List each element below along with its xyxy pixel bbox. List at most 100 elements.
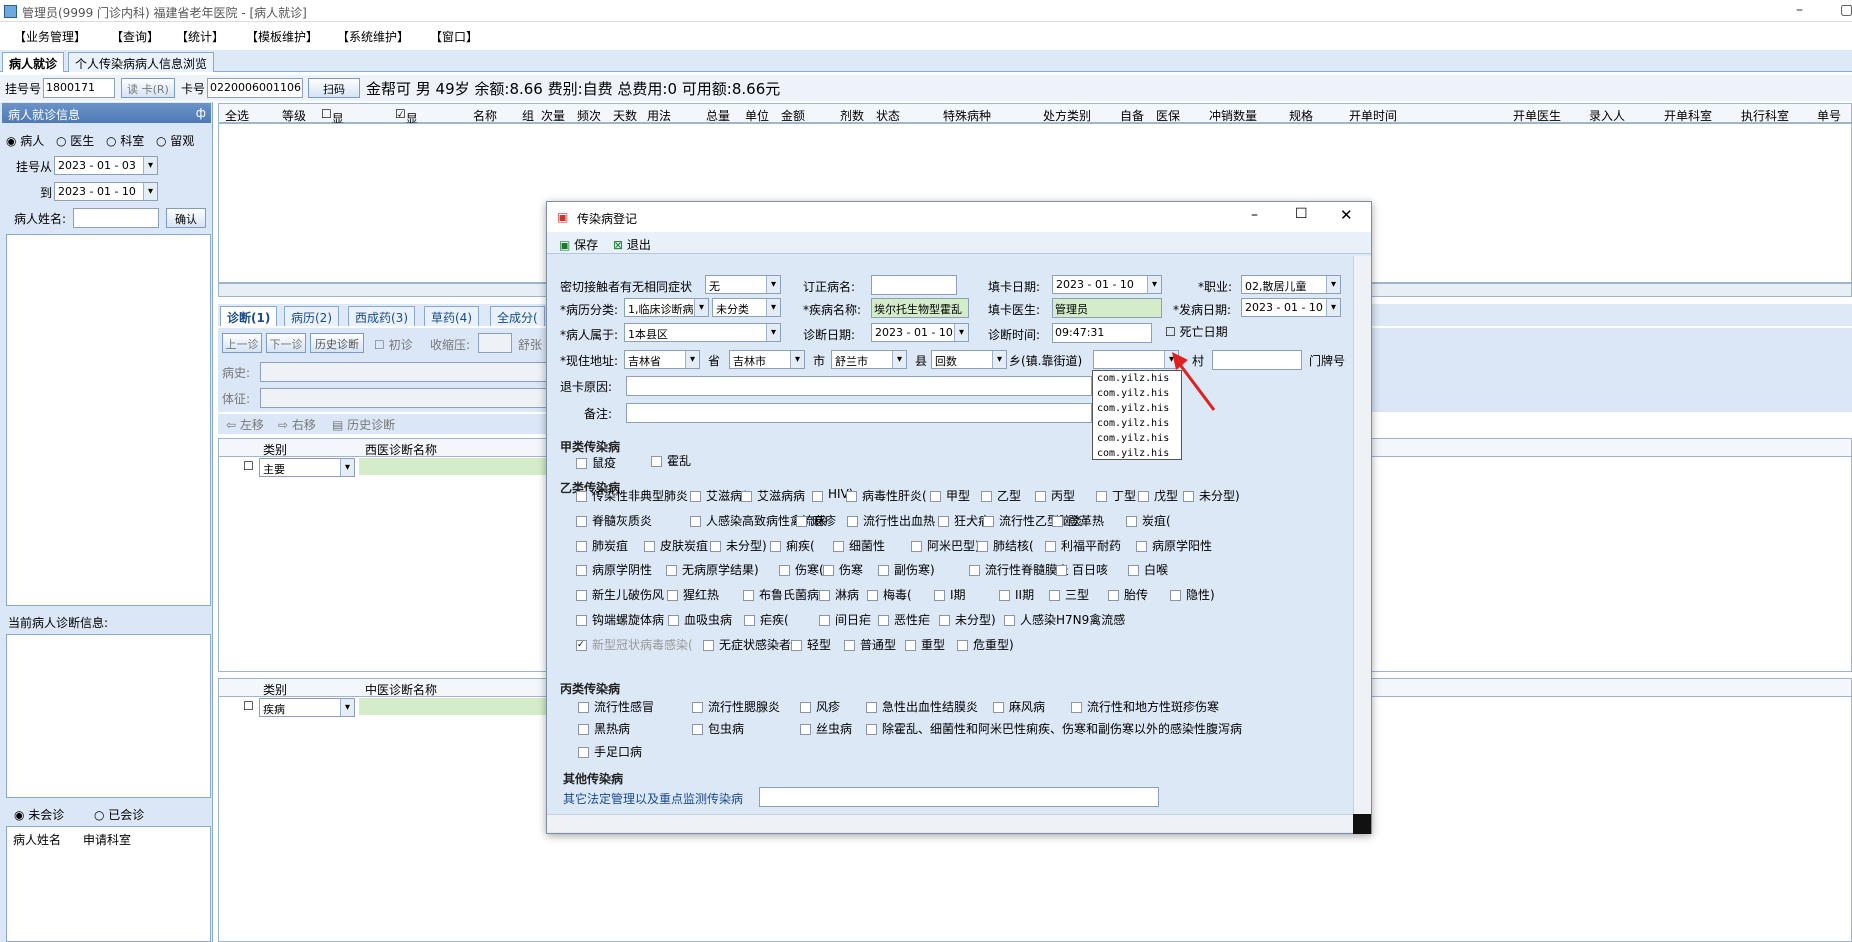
chk-show-extra[interactable]: ☑显示附加 [395,107,418,177]
menu-system[interactable]: 【系统维护】 [337,28,409,45]
dialog-minimize-icon[interactable]: – [1251,207,1258,223]
chk-class-b-item[interactable] [819,590,830,601]
patient-name-input[interactable] [73,208,159,228]
chk-class-b-item[interactable] [770,541,781,552]
county-select[interactable]: 舒兰市 [831,350,907,369]
chk-class-b-item[interactable] [1052,516,1063,527]
systolic-input[interactable] [478,333,512,353]
other-input[interactable] [759,787,1159,807]
dropdown-option[interactable]: com.yilz.his [1093,416,1181,431]
close-contact-select[interactable]: 无 [705,275,781,294]
chk-class-c-item[interactable] [1071,702,1082,713]
chk-class-c-item[interactable] [692,702,703,713]
tab-patient-visit[interactable]: 病人就诊 [2,52,65,72]
signs-input[interactable] [260,388,560,408]
dialog-maximize-icon[interactable]: ☐ [1295,206,1308,222]
dialog-close-icon[interactable]: ✕ [1340,206,1353,224]
menu-business[interactable]: 【业务管理】 [14,28,86,45]
province-select[interactable]: 吉林省 [624,350,700,369]
dialog-vscroll[interactable] [1353,256,1371,814]
chk-class-b-item[interactable] [703,640,714,651]
chk-class-b-item[interactable] [938,516,949,527]
from-date-picker[interactable]: 2023 - 01 - 03 [54,156,158,175]
chk-class-b-item[interactable] [934,590,945,601]
menu-stats[interactable]: 【统计】 [176,28,224,45]
chk-class-b-item[interactable] [905,640,916,651]
chk-class-c-item[interactable] [800,702,811,713]
tab-record[interactable]: 病历(2) [284,306,339,326]
chk-plague[interactable] [576,458,587,469]
col-select-all[interactable]: 全选 [225,107,249,124]
chk-class-b-item[interactable] [846,491,857,502]
dialog-hscroll[interactable] [547,814,1353,832]
chk-class-b-item[interactable] [1108,590,1119,601]
menu-query[interactable]: 【查询】 [111,28,159,45]
chk-class-b-item[interactable] [1056,565,1067,576]
town-select[interactable]: 回数 [931,350,1007,369]
tab-diagnosis[interactable]: 诊断(1) [220,306,278,326]
radio-dept[interactable]: ○ 科室 [106,132,144,149]
tab-western[interactable]: 西成药(3) [348,306,415,326]
dropdown-option[interactable]: com.yilz.his [1093,386,1181,401]
prev-visit-button[interactable]: 上一诊 [222,333,262,353]
tab-all[interactable]: 全成分( [490,306,545,326]
chk-show-all[interactable]: ☐显示所有 [321,107,344,177]
chk-cholera[interactable] [651,456,662,467]
reg-no-input[interactable]: 1800171 [43,78,115,98]
chk-class-b-item[interactable] [1004,615,1015,626]
chk-class-b-item[interactable] [847,516,858,527]
chk-class-b-item[interactable] [576,541,587,552]
chk-class-b-item[interactable] [823,565,834,576]
village-input[interactable] [1212,350,1302,370]
history-input[interactable] [260,362,560,382]
row-check[interactable]: ☐ [243,459,254,473]
disease-input[interactable]: 埃尔托生物型霍乱 [871,298,969,318]
chk-class-c-item[interactable] [866,702,877,713]
chk-class-b-item[interactable] [1128,565,1139,576]
move-left-button[interactable]: ⇦ 左移 [226,416,264,433]
chk-class-b-item[interactable] [1035,491,1046,502]
diag-type-select[interactable]: 主要 [259,458,355,477]
read-card-button[interactable]: 读 卡(R) [121,78,175,98]
chk-class-b-item[interactable] [644,541,655,552]
radio-doctor[interactable]: ○ 医生 [56,132,94,149]
maximize-icon[interactable]: ▢ [1840,2,1852,18]
history-diag-button[interactable]: 历史诊断 [310,333,364,353]
chk-class-b-item[interactable] [1096,491,1107,502]
chk-class-b-item[interactable] [930,491,941,502]
chk-class-c-item[interactable] [800,724,811,735]
history-diagnosis-button[interactable]: ▤ 历史诊断 [332,416,395,433]
chk-class-b-item[interactable] [833,541,844,552]
fill-date-picker[interactable]: 2023 - 01 - 10 [1052,275,1162,294]
refund-input[interactable] [626,376,1092,396]
chk-class-b-item[interactable] [878,565,889,576]
menu-template[interactable]: 【模板维护】 [246,28,318,45]
radio-consulted[interactable]: ○ 已会诊 [94,806,144,823]
chk-class-b-item[interactable] [1045,541,1056,552]
death-date-check[interactable]: ☐ 死亡日期 [1165,323,1228,340]
doctor-input[interactable]: 管理员 [1052,298,1162,318]
dropdown-option[interactable]: com.yilz.his [1093,446,1181,461]
chk-class-b-item[interactable] [939,615,950,626]
chk-class-b-item[interactable] [1136,541,1147,552]
case-class-select[interactable]: 1,临床诊断病 [624,298,709,317]
radio-patient[interactable]: ◉ 病人 [6,132,44,149]
chk-class-b-item[interactable] [844,640,855,651]
chk-class-c-item[interactable] [993,702,1004,713]
chk-class-b-item[interactable] [666,565,677,576]
menu-window[interactable]: 【窗口】 [430,28,478,45]
chk-class-c-item[interactable] [692,724,703,735]
chk-class-b-item[interactable] [819,615,830,626]
chk-class-b-item[interactable] [690,491,701,502]
chk-class-b-item[interactable] [576,565,587,576]
radio-not-consulted[interactable]: ◉ 未会诊 [14,806,64,823]
chk-class-b-item[interactable] [576,491,587,502]
diag-time-input[interactable]: 09:47:31 [1052,323,1152,343]
city-select[interactable]: 吉林市 [729,350,805,369]
chk-class-b-item[interactable] [1138,491,1149,502]
onset-date-picker[interactable]: 2023 - 01 - 10 [1241,298,1341,317]
minimize-icon[interactable]: – [1796,2,1803,18]
chk-class-b-item[interactable] [796,516,807,527]
diag-date-picker[interactable]: 2023 - 01 - 10 [871,323,969,342]
street-dropdown-list[interactable]: com.yilz.his com.yilz.his com.yilz.his c… [1092,370,1182,460]
